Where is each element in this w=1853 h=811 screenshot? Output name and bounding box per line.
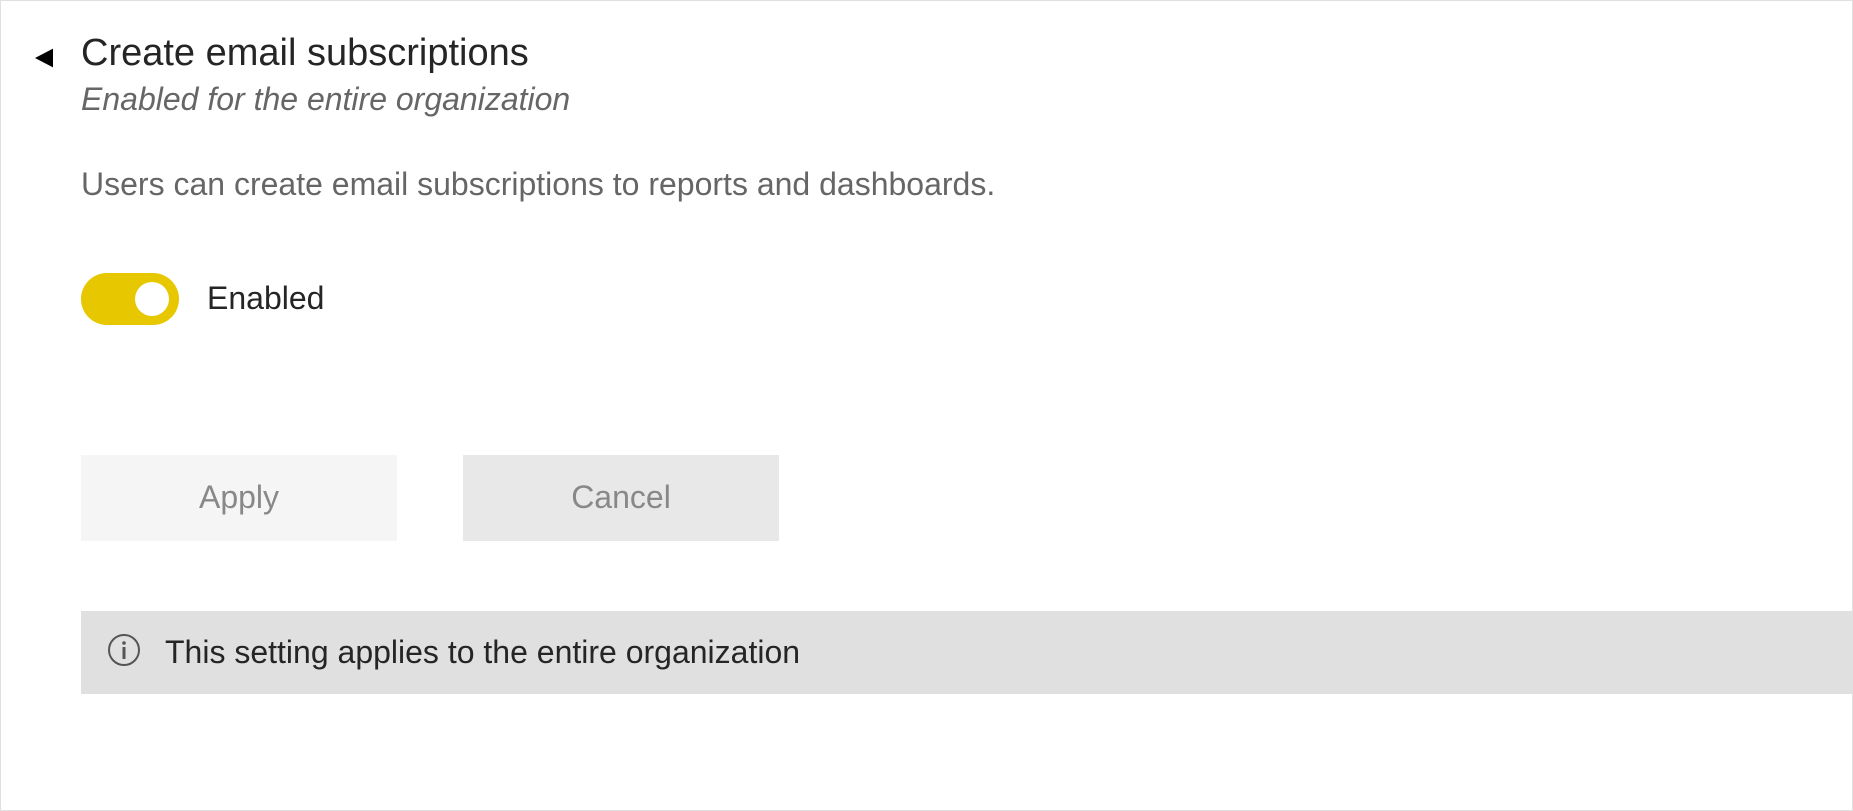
info-icon <box>107 633 141 672</box>
info-message: This setting applies to the entire organ… <box>165 634 800 671</box>
toggle-knob <box>135 282 169 316</box>
settings-panel: Create email subscriptions Enabled for t… <box>0 0 1853 811</box>
button-row: Apply Cancel <box>81 455 1820 541</box>
toggle-row: Enabled <box>81 273 1820 325</box>
cancel-button[interactable]: Cancel <box>463 455 779 541</box>
enabled-toggle[interactable] <box>81 273 179 325</box>
content-column: Create email subscriptions Enabled for t… <box>79 31 1820 694</box>
setting-subtitle: Enabled for the entire organization <box>81 81 1820 118</box>
toggle-label: Enabled <box>207 280 324 317</box>
setting-title: Create email subscriptions <box>81 31 1820 77</box>
info-banner: This setting applies to the entire organ… <box>81 611 1852 694</box>
setting-description: Users can create email subscriptions to … <box>81 166 1820 203</box>
header-row: Create email subscriptions Enabled for t… <box>33 31 1820 694</box>
collapse-caret-icon[interactable] <box>35 49 53 68</box>
apply-button[interactable]: Apply <box>81 455 397 541</box>
